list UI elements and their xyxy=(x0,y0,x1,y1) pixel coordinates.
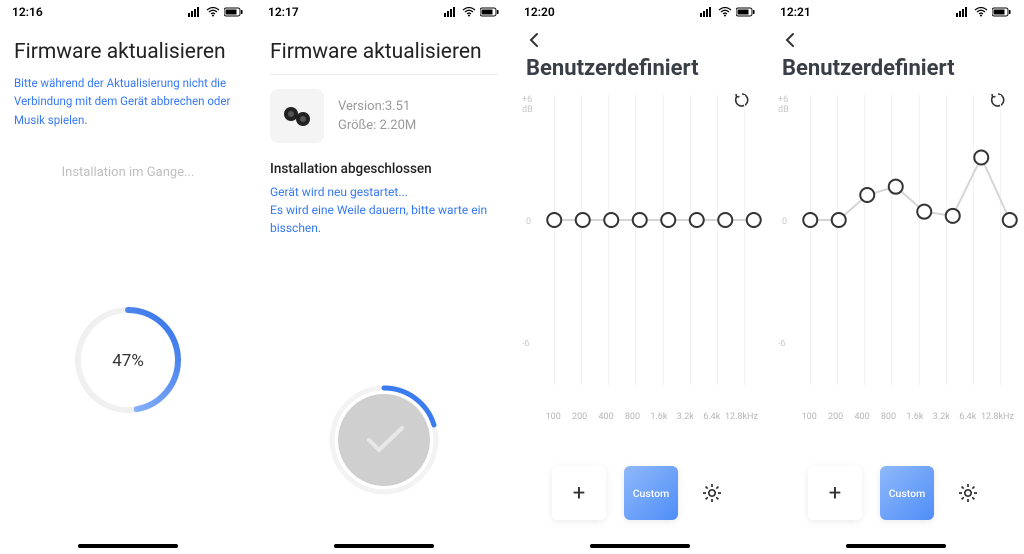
x-axis-labels: 1002004008001.6k3.2k6.4k12.8kHz xyxy=(522,412,758,422)
eq-handle[interactable] xyxy=(604,213,618,227)
progress-ring: 47% xyxy=(68,300,188,424)
firmware-info: Version:3.51 Größe: 2.20M xyxy=(256,89,512,157)
eq-chart[interactable]: +6 dB 0 -6 xyxy=(778,95,1014,385)
restart-message: Gerät wird neu gestartet... Es wird eine… xyxy=(256,183,512,237)
screen-firmware-progress: 12:16 Firmware aktualisieren Bitte währe… xyxy=(0,0,256,554)
eq-handle[interactable] xyxy=(889,180,903,194)
back-button[interactable] xyxy=(512,24,768,52)
custom-preset-button[interactable]: Custom xyxy=(624,466,678,520)
screen-eq-custom: 12:21 Benutzerdefiniert +6 dB 0 -6 10020… xyxy=(768,0,1024,554)
bottom-toolbar: + Custom xyxy=(768,466,1024,520)
page-title: Firmware aktualisieren xyxy=(0,24,256,74)
divider xyxy=(270,74,498,75)
warning-text: Bitte während der Aktualisierung nicht d… xyxy=(0,74,256,139)
status-icons xyxy=(700,7,756,17)
version-label: Version:3.51 xyxy=(338,99,416,114)
back-button[interactable] xyxy=(768,24,1024,52)
eq-curve[interactable] xyxy=(796,95,1024,355)
eq-handle[interactable] xyxy=(946,209,960,223)
progress-percent: 47% xyxy=(112,351,144,371)
home-indicator[interactable] xyxy=(78,544,178,548)
add-preset-button[interactable]: + xyxy=(808,466,862,520)
status-icons xyxy=(956,7,1012,17)
eq-chart[interactable]: +6 dB 0 -6 xyxy=(522,95,758,385)
home-indicator[interactable] xyxy=(846,544,946,548)
page-title: Benutzerdefiniert xyxy=(512,52,768,87)
firmware-meta: Version:3.51 Größe: 2.20M xyxy=(338,95,416,137)
screen-firmware-done: 12:17 Firmware aktualisieren Version:3.5… xyxy=(256,0,512,554)
status-icons xyxy=(188,7,244,17)
status-time: 12:16 xyxy=(12,5,43,19)
bottom-toolbar: + Custom xyxy=(512,466,768,520)
status-bar: 12:21 xyxy=(768,0,1024,24)
install-done-title: Installation abgeschlossen xyxy=(256,157,512,183)
screen-eq-flat: 12:20 Benutzerdefiniert +6 dB 0 -6 10020… xyxy=(512,0,768,554)
status-icons xyxy=(444,7,500,17)
status-bar: 12:20 xyxy=(512,0,768,24)
home-indicator[interactable] xyxy=(334,544,434,548)
x-axis-labels: 1002004008001.6k3.2k6.4k12.8kHz xyxy=(778,412,1014,422)
custom-preset-button[interactable]: Custom xyxy=(880,466,934,520)
status-time: 12:20 xyxy=(524,5,555,19)
ylabel-top: +6 dB xyxy=(522,95,533,115)
add-preset-button[interactable]: + xyxy=(552,466,606,520)
settings-button[interactable] xyxy=(952,482,984,504)
eq-handle[interactable] xyxy=(661,213,675,227)
status-time: 12:17 xyxy=(268,5,299,19)
ylabel-top: +6 dB xyxy=(778,95,789,115)
eq-handle[interactable] xyxy=(747,213,761,227)
eq-handle[interactable] xyxy=(1003,213,1017,227)
status-time: 12:21 xyxy=(780,5,811,19)
status-bar: 12:16 xyxy=(0,0,256,24)
ylabel-bot: -6 xyxy=(778,339,786,349)
earbuds-thumbnail xyxy=(270,89,324,143)
install-status: Installation im Gange... xyxy=(0,165,256,180)
eq-handle[interactable] xyxy=(803,213,817,227)
gear-icon xyxy=(957,482,979,504)
eq-handle[interactable] xyxy=(832,213,846,227)
page-title: Benutzerdefiniert xyxy=(768,52,1024,87)
ylabel-bot: -6 xyxy=(522,339,530,349)
eq-handle[interactable] xyxy=(690,213,704,227)
page-title: Firmware aktualisieren xyxy=(256,24,512,74)
settings-button[interactable] xyxy=(696,482,728,504)
gear-icon xyxy=(701,482,723,504)
eq-handle[interactable] xyxy=(860,188,874,202)
eq-handle[interactable] xyxy=(633,213,647,227)
eq-handle[interactable] xyxy=(576,213,590,227)
eq-handle[interactable] xyxy=(718,213,732,227)
ylabel-mid: 0 xyxy=(526,217,531,227)
size-label: Größe: 2.20M xyxy=(338,118,416,133)
home-indicator[interactable] xyxy=(590,544,690,548)
eq-handle[interactable] xyxy=(917,205,931,219)
eq-handle[interactable] xyxy=(547,213,561,227)
eq-curve[interactable] xyxy=(540,95,768,355)
ylabel-mid: 0 xyxy=(782,217,787,227)
status-bar: 12:17 xyxy=(256,0,512,24)
done-ring xyxy=(324,380,444,504)
eq-handle[interactable] xyxy=(974,151,988,165)
